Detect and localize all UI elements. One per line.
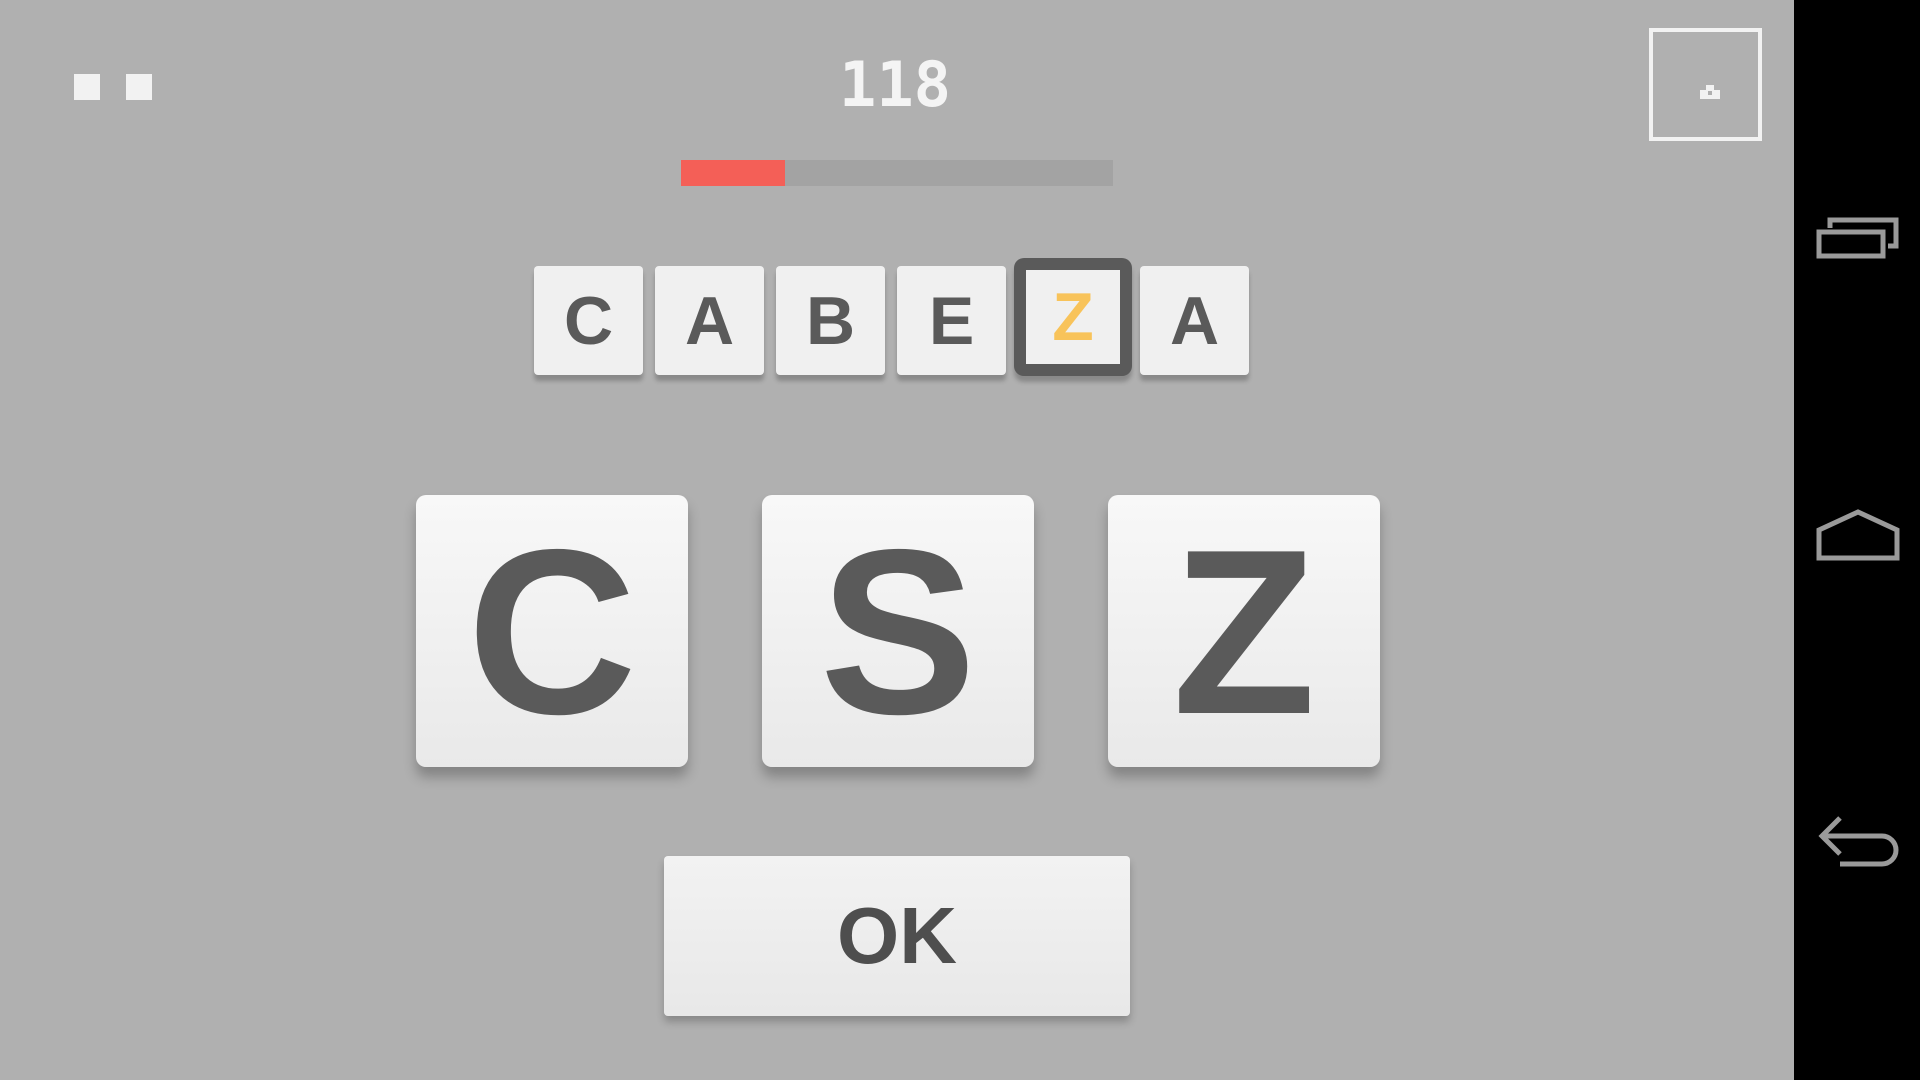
recent-apps-icon — [1816, 217, 1899, 259]
word-letter-tile: A — [1140, 266, 1249, 375]
word-letter-tile: C — [534, 266, 643, 375]
score-display: 118 — [839, 48, 951, 121]
pause-icon-left — [74, 74, 100, 100]
choice-button-c[interactable]: C — [416, 495, 688, 767]
pause-icon-right — [126, 74, 152, 100]
hint-button[interactable] — [1649, 28, 1762, 141]
ok-button[interactable]: OK — [664, 856, 1130, 1016]
word-letter-tile-active: Z — [1014, 258, 1132, 376]
word-letter-tile: E — [897, 266, 1006, 375]
back-icon — [1818, 816, 1899, 867]
word-letter-tile: B — [776, 266, 885, 375]
home-button[interactable] — [1816, 508, 1900, 562]
progress-fill — [681, 160, 785, 186]
game-screen: 118 C A B E Z A C S Z OK — [0, 0, 1794, 1080]
back-button[interactable] — [1816, 808, 1900, 868]
square-hint-icon — [1700, 85, 1720, 99]
home-icon — [1816, 509, 1900, 561]
choice-button-z[interactable]: Z — [1108, 495, 1380, 767]
word-letter-tile: A — [655, 266, 764, 375]
pause-button[interactable] — [74, 74, 152, 100]
recent-apps-button[interactable] — [1816, 210, 1900, 260]
choice-button-s[interactable]: S — [762, 495, 1034, 767]
progress-bar — [681, 160, 1113, 186]
